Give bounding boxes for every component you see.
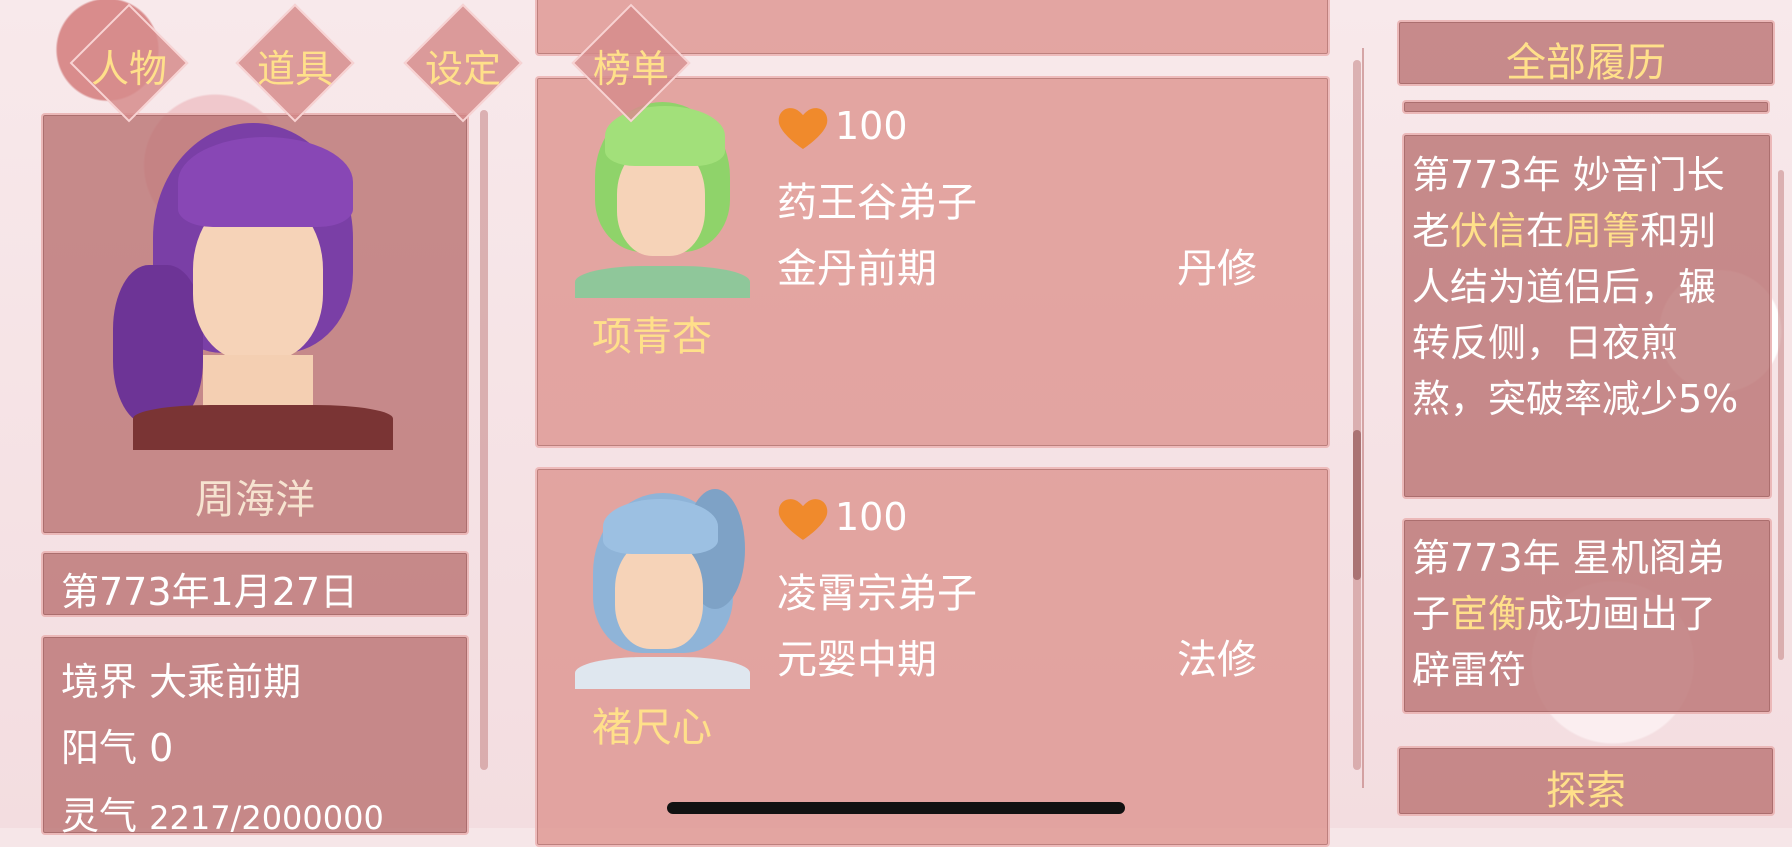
affection-value: 100 bbox=[835, 104, 908, 148]
tab-character[interactable]: 人物 bbox=[69, 3, 189, 123]
player-name: 周海洋 bbox=[195, 477, 315, 523]
companion-portrait bbox=[575, 96, 750, 298]
history-entry: 第773年 妙音门长老伏信在周箐和别人结为道侣后，辗转反侧，日夜煎熬，突破率减少… bbox=[1402, 133, 1772, 499]
tab-character-label: 人物 bbox=[90, 47, 167, 91]
tab-rankings-label: 榜单 bbox=[592, 47, 669, 91]
companion-stage: 金丹前期 bbox=[777, 246, 937, 292]
companion-card[interactable]: 褚尺心 100 凌霄宗弟子 元婴中期 法修 bbox=[535, 467, 1330, 847]
stats-box: 境界 大乘前期 阳气 0 灵气 2217/2000000 bbox=[41, 635, 469, 838]
realm-value: 大乘前期 bbox=[149, 660, 302, 704]
companion-name: 项青杏 bbox=[592, 314, 712, 360]
current-date: 第773年1月27日 bbox=[61, 570, 359, 614]
companion-sect: 药王谷弟子 bbox=[777, 180, 977, 226]
companion-name: 褚尺心 bbox=[592, 705, 712, 751]
player-portrait bbox=[83, 115, 429, 450]
history-highlight-name: 宦衡 bbox=[1450, 592, 1527, 636]
explore-button[interactable]: 探索 bbox=[1397, 746, 1775, 816]
spirit-value: 2217/2000000 bbox=[149, 799, 384, 837]
left-scrollbar[interactable] bbox=[480, 110, 488, 770]
history-entry-partial bbox=[1402, 100, 1770, 114]
home-indicator[interactable] bbox=[667, 802, 1125, 814]
history-entry-text: 第773年 妙音门长老伏信在周箐和别人结为道侣后，辗转反侧，日夜煎熬，突破率减少… bbox=[1412, 153, 1739, 421]
date-box: 第773年1月27日 bbox=[41, 551, 469, 617]
companion-path: 法修 bbox=[1177, 637, 1257, 683]
yang-label: 阳气 bbox=[61, 726, 138, 770]
yang-value: 0 bbox=[149, 726, 174, 770]
tab-settings-label: 设定 bbox=[424, 47, 501, 91]
realm-row: 境界 大乘前期 bbox=[61, 651, 301, 706]
history-entry: 第773年 星机阁弟子宦衡成功画出了辟雷符 bbox=[1402, 518, 1772, 714]
explore-label: 探索 bbox=[1546, 768, 1626, 814]
yang-row: 阳气 0 bbox=[61, 717, 173, 772]
heart-icon bbox=[778, 108, 828, 149]
realm-label: 境界 bbox=[61, 660, 138, 704]
companion-path: 丹修 bbox=[1177, 246, 1257, 292]
companion-portrait bbox=[575, 489, 750, 689]
companion-sect: 凌霄宗弟子 bbox=[777, 571, 977, 617]
tab-items-label: 道具 bbox=[256, 47, 333, 91]
companion-card[interactable]: 项青杏 100 药王谷弟子 金丹前期 丹修 bbox=[535, 76, 1330, 448]
rail-line bbox=[1362, 48, 1364, 788]
middle-scroll-thumb[interactable] bbox=[1353, 430, 1361, 580]
tab-rankings[interactable]: 榜单 bbox=[571, 3, 691, 123]
middle-scrollbar[interactable] bbox=[1353, 60, 1361, 770]
affection-value: 100 bbox=[835, 495, 908, 539]
tab-settings[interactable]: 设定 bbox=[403, 3, 523, 123]
heart-icon bbox=[778, 499, 828, 540]
companion-stage: 元婴中期 bbox=[777, 637, 937, 683]
history-header-label: 全部履历 bbox=[1506, 40, 1666, 86]
player-card[interactable]: 周海洋 bbox=[41, 113, 469, 535]
history-entry-text: 第773年 星机阁弟子宦衡成功画出了辟雷符 bbox=[1412, 536, 1725, 692]
all-history-button[interactable]: 全部履历 bbox=[1397, 20, 1775, 86]
right-scrollbar[interactable] bbox=[1778, 170, 1784, 660]
spirit-row: 灵气 2217/2000000 bbox=[61, 785, 384, 840]
spirit-label: 灵气 bbox=[61, 794, 138, 838]
history-highlight-name: 周箐 bbox=[1564, 209, 1641, 253]
history-highlight-name: 伏信 bbox=[1450, 209, 1527, 253]
tab-items[interactable]: 道具 bbox=[235, 3, 355, 123]
